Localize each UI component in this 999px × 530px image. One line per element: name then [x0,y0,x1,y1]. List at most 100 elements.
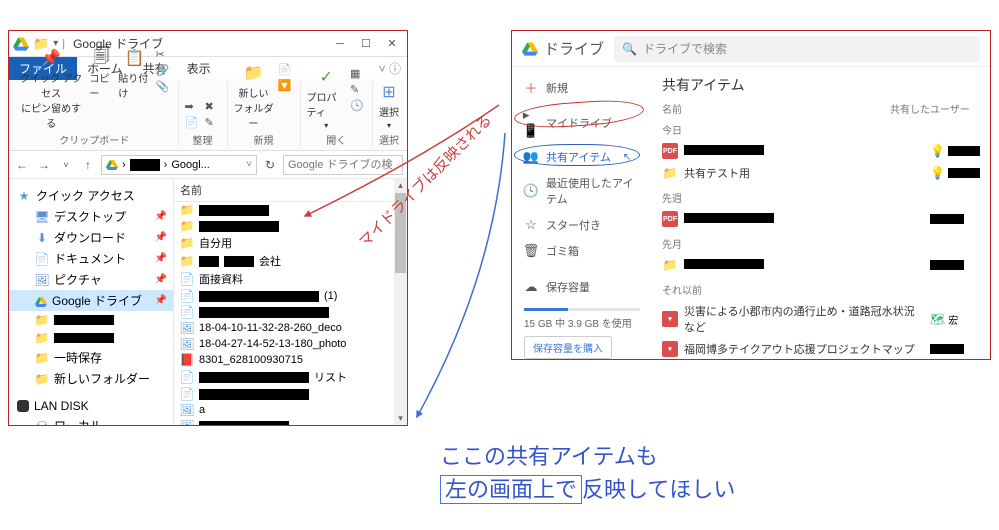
move-to-icon[interactable]: ➡ [185,100,201,114]
quick-access-header[interactable]: ★クイック アクセス [9,185,173,206]
address-bar[interactable]: ›› Googl... ˅ [101,155,257,175]
maximize-button[interactable]: ☐ [355,35,377,53]
file-item[interactable]: 📄 (1) [174,288,394,304]
nav-item-ドキュメント[interactable]: 📄ドキュメント📌 [9,248,173,269]
folder-icon: 📁 [180,236,194,250]
sidebar-new-button[interactable]: ＋新規 [512,73,652,102]
folder-icon: 📁 [180,254,194,268]
help-button[interactable]: ˅ ⓘ [379,60,407,77]
file-item[interactable]: 🖼 [174,418,394,425]
desktop-icon: 🖥 [35,210,49,224]
new-folder-button[interactable]: 📁新しい フォルダー [234,63,274,130]
shared-item-row[interactable]: 📁共有テスト用💡 [662,162,980,184]
drive-logo[interactable]: ドライブ [522,38,604,59]
back-button[interactable]: ← [13,156,31,174]
pin-icon: 📌 [41,48,61,68]
pin-icon: 📌 [155,295,167,306]
section-older: それ以前 [662,282,980,297]
col-user[interactable]: 共有したユーザー [890,101,980,116]
annotation-bottom-text: ここの共有アイテムも 左の画面上で反映してほしい [440,440,735,506]
nav-item-一時保存[interactable]: 📁一時保存 [9,347,173,368]
nav-item-ダウンロード[interactable]: ⬇ダウンロード📌 [9,227,173,248]
sidebar-starred[interactable]: ☆スター付き [512,212,652,238]
close-button[interactable]: ✕ [381,35,403,53]
cursor-icon: ↖ [623,152,631,163]
file-item[interactable]: 📁会社 [174,252,394,270]
sidebar-trash[interactable]: 🗑ゴミ箱 [512,238,652,264]
file-item[interactable]: 📄面接資料 [174,270,394,288]
file-item[interactable]: 📄 [174,304,394,320]
landisk-local[interactable]: ⛁ローカル [9,415,173,425]
landisk-header[interactable]: LAN DISK [9,397,173,415]
edit-icon[interactable]: ✎ [350,83,366,97]
paste-button[interactable]: 📋貼り付け [118,48,151,100]
trash-icon: 🗑 [524,243,538,259]
file-item[interactable]: 📕8301_628100930715 [174,352,394,368]
copy-to-icon[interactable]: 📄 [185,116,201,130]
shared-item-row[interactable]: PDF💡 [662,140,980,162]
sidebar-shared[interactable]: 👥共有アイテム↖ [512,144,652,170]
sidebar-storage[interactable]: ☁保存容量 [512,274,652,300]
doc-blue-icon: 📄 [180,305,194,319]
refresh-button[interactable]: ↻ [261,156,279,174]
folder-icon: 📁 [180,203,194,217]
up-button[interactable]: ↑ [79,156,97,174]
sidebar-recent[interactable]: 🕓最近使用したアイテム [512,170,652,212]
doc-blue-icon: 📄 [180,272,194,286]
nav-item-redacted[interactable]: 📁 [9,311,173,329]
document-icon: 📄 [35,252,49,266]
file-item[interactable]: 🖼18-04-27-14-52-13-180_photo [174,336,394,352]
shared-item-row[interactable]: PDF [662,208,980,230]
nav-item-Google ドライブ[interactable]: Google ドライブ📌 [9,290,173,311]
drive-sidebar: ＋新規 ▸📱マイドライブ 👥共有アイテム↖ 🕓最近使用したアイテム ☆スター付き… [512,67,652,359]
section-today: 今日 [662,122,980,137]
file-item[interactable]: 📄リスト [174,368,394,386]
img-icon: 🖼 [180,337,194,351]
drive-brand-text: ドライブ [544,38,604,59]
history-icon[interactable]: 🕓 [350,99,366,113]
search-input[interactable] [283,155,403,175]
shared-item-row[interactable]: ▾福岡博多テイクアウト応援プロジェクトマップ [662,338,980,359]
pin-icon: 📌 [155,211,167,222]
nav-item-新しいフォルダー[interactable]: 📁新しいフォルダー [9,368,173,389]
recent-locations-button[interactable]: ˅ [57,156,75,174]
annotation-arrow-to-shared [400,125,520,425]
file-item[interactable]: 📁 [174,202,394,218]
sidebar-my-drive[interactable]: ▸📱マイドライブ [512,102,652,144]
drive-search-bar[interactable]: 🔍 ドライブで検索 [614,36,980,62]
scroll-down-button[interactable]: ▾ [394,412,407,425]
gdrive-icon [106,160,118,170]
pin-quick-access-button[interactable]: 📌クイック アクセス にピン留めする [17,48,85,130]
tab-view[interactable]: 表示 [177,57,221,80]
open-icon[interactable]: ▦ [350,67,366,81]
file-item[interactable]: 📄 [174,386,394,402]
copy-button[interactable]: 🗐コピー [89,48,114,100]
nav-item-デスクトップ[interactable]: 🖥デスクトップ📌 [9,206,173,227]
folder-dark-icon: 📁 [662,257,678,273]
column-header-name[interactable]: 名前 [174,179,394,202]
copy-path-icon[interactable]: 🔗 [156,64,172,78]
select-button[interactable]: ⊞選択▾ [379,82,399,130]
shared-item-row[interactable]: 📁 [662,254,980,276]
buy-storage-button[interactable]: 保存容量を購入 [524,336,612,359]
paste-shortcut-icon[interactable]: 📎 [156,80,172,94]
new-item-icon[interactable]: 📄 [278,63,294,77]
crumb-google-drive[interactable]: Googl... [171,159,210,171]
col-name[interactable]: 名前 [662,101,890,116]
delete-icon[interactable]: ✖ [205,100,221,114]
file-item[interactable]: 🖼18-04-10-11-32-28-260_deco [174,320,394,336]
forward-button[interactable]: → [35,156,53,174]
file-item[interactable]: 🖼a [174,402,394,418]
easy-access-icon[interactable]: 🔽 [278,79,294,93]
cut-icon[interactable]: ✂ [156,48,172,62]
pin-icon: 📌 [155,253,167,264]
file-list: 名前 📁📁📁自分用📁会社📄面接資料📄 (1)📄🖼18-04-10-11-32-2… [174,179,394,425]
folder-icon: 📁 [180,219,194,233]
shared-item-row[interactable]: ▾災害による小郡市内の通行止め・道路冠水状況など🗺宏 [662,300,980,338]
minimize-button[interactable]: ─ [329,35,351,53]
rename-icon[interactable]: ✎ [205,116,221,130]
nav-item-redacted[interactable]: 📁 [9,329,173,347]
drive-main-content: 共有アイテム 名前共有したユーザー 今日PDF💡📁共有テスト用💡先週PDF先月📁… [652,67,990,359]
properties-button[interactable]: ✓プロパティ▾ [307,67,346,130]
nav-item-ピクチャ[interactable]: 🖼ピクチャ📌 [9,269,173,290]
